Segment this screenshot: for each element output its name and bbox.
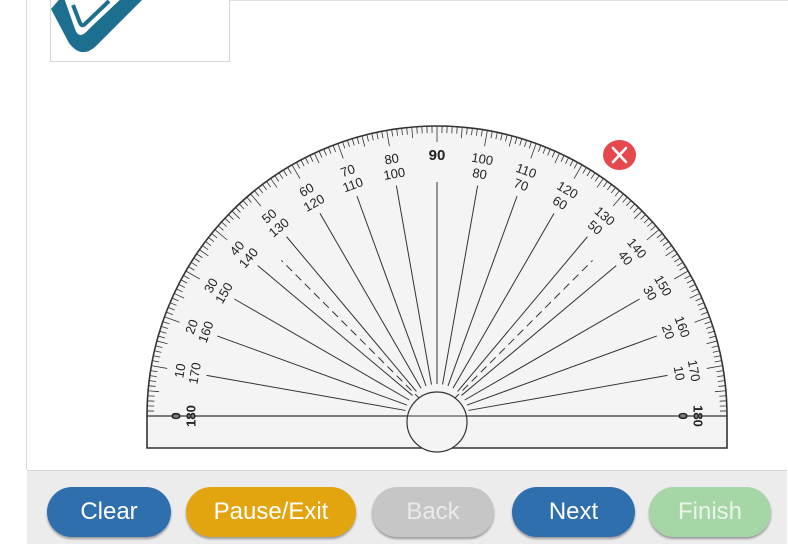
pause-exit-button[interactable]: Pause/Exit — [186, 487, 356, 537]
protractor-area: 0102030405060708090100110120130140150160… — [27, 60, 787, 470]
back-button[interactable]: Back — [372, 487, 494, 537]
clear-button[interactable]: Clear — [47, 487, 171, 537]
protractor-inner-label: 180 — [183, 405, 198, 427]
protractor-outer-label: 0 — [168, 412, 183, 419]
protractor-inner-label: 80 — [471, 165, 488, 182]
top-rule — [228, 0, 788, 1]
finish-button[interactable]: Finish — [649, 487, 771, 537]
protractor-inner-label: 10 — [671, 365, 688, 382]
checkmark-logo-icon — [51, 0, 229, 61]
app-frame: 0102030405060708090100110120130140150160… — [0, 0, 787, 543]
protractor-center-circle — [407, 392, 467, 452]
protractor-outer-label: 180 — [691, 405, 706, 427]
next-button[interactable]: Next — [512, 487, 635, 537]
protractor[interactable]: 0102030405060708090100110120130140150160… — [27, 60, 787, 470]
protractor-outer-label: 90 — [429, 147, 446, 164]
close-protractor-button[interactable] — [603, 140, 636, 170]
logo — [50, 0, 230, 62]
protractor-inner-label: 0 — [676, 412, 691, 419]
footer-toolbar: Clear Pause/Exit Back Next Finish — [27, 470, 787, 544]
close-icon — [603, 140, 636, 170]
